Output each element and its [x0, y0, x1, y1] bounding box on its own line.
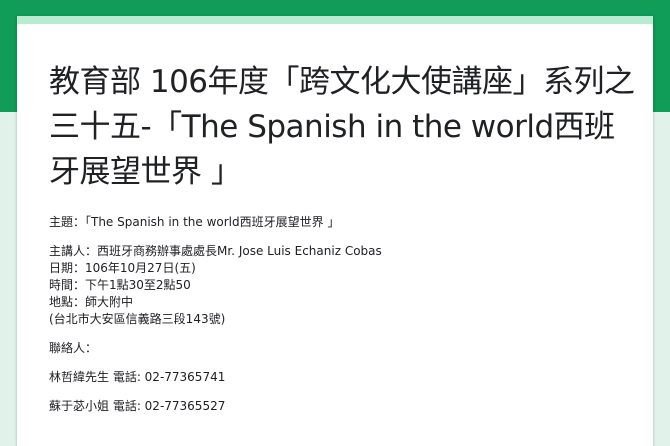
date-line: 日期：106年10月27日(五) [49, 261, 196, 275]
speaker-line: 主講人：西班牙商務辦事處處長Mr. Jose Luis Echaniz Coba… [49, 244, 382, 258]
contact-1: 林哲緯先生 電話: 02-77365741 [49, 370, 226, 384]
contact-label: 聯絡人： [49, 341, 98, 355]
topic-line: 主題：「The Spanish in the world西班牙展望世界 」 [49, 215, 340, 229]
address-line: (台北市大安區信義路三段143號) [49, 312, 226, 326]
location-line: 地點：師大附中 [49, 295, 134, 309]
contact-2: 蘇于苾小姐 電話: 02-77365527 [49, 399, 226, 413]
form-description: 主題：「The Spanish in the world西班牙展望世界 」 主講… [49, 214, 639, 415]
time-line: 時間：下午1點30至2點50 [49, 278, 191, 292]
form-card: 教育部 106年度「跨文化大使講座」系列之三十五-「The Spanish in… [17, 16, 653, 446]
form-title: 教育部 106年度「跨文化大使講座」系列之三十五-「The Spanish in… [49, 64, 635, 190]
card-accent-bar [17, 16, 653, 24]
